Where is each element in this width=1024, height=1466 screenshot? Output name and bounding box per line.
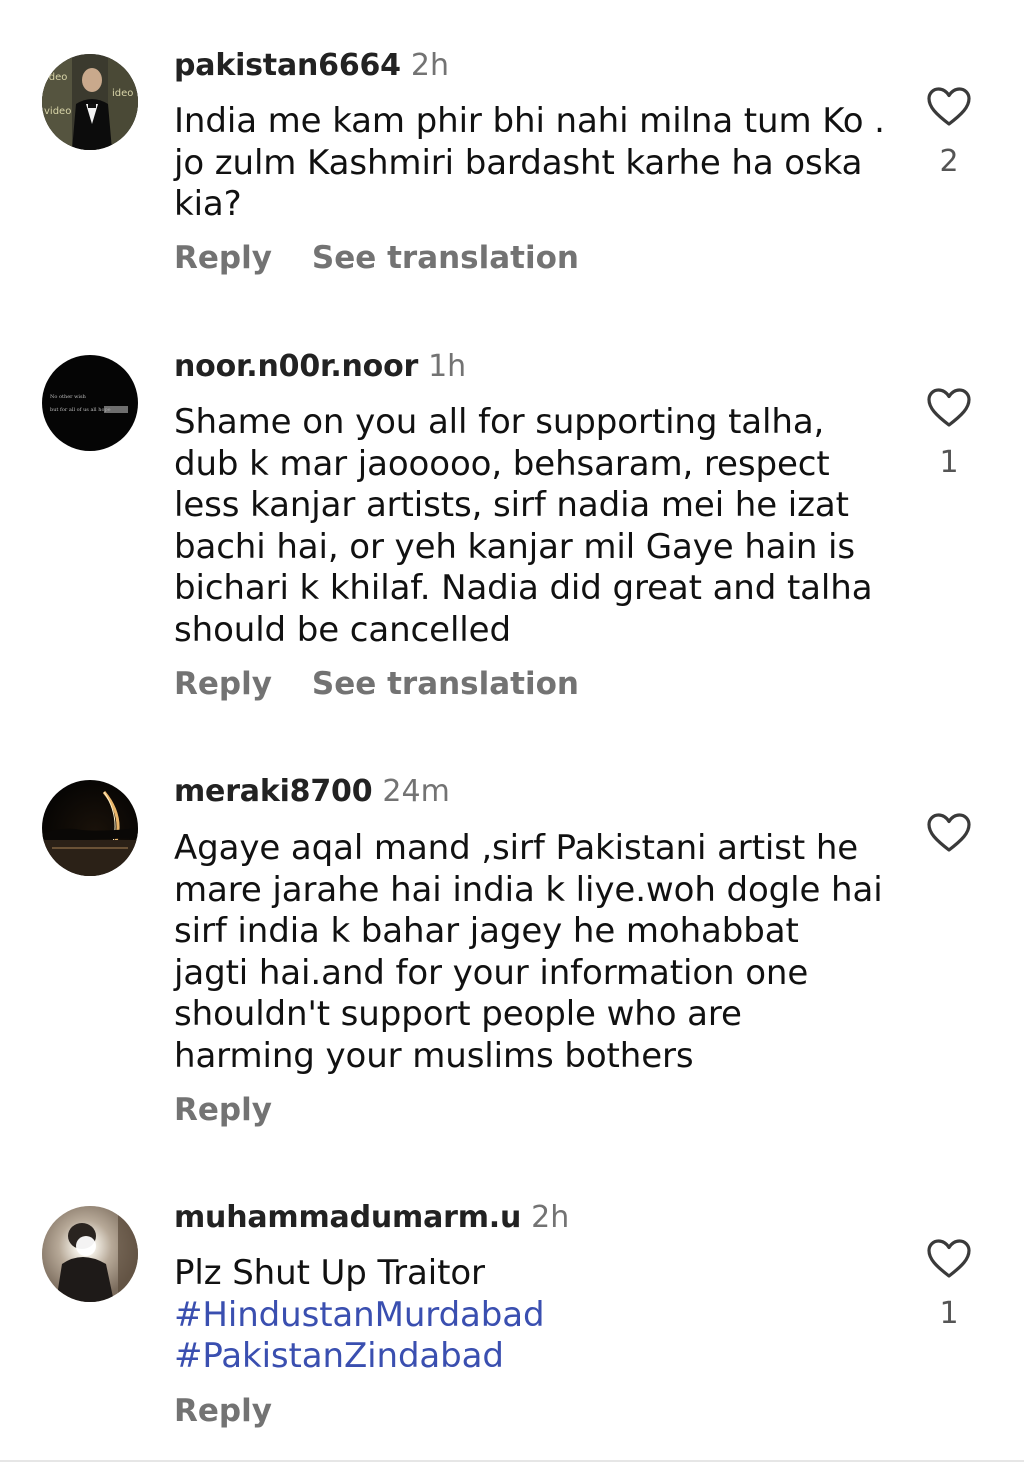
- reply-button[interactable]: Reply: [174, 1092, 272, 1128]
- reply-button[interactable]: Reply: [174, 666, 272, 702]
- heart-outline-icon[interactable]: [926, 1238, 972, 1280]
- comment-line: bichari k khilaf. Nadia did great and ta…: [174, 568, 873, 609]
- comment-header: noor.n00r.noor 1h: [174, 349, 466, 384]
- hashtag-link[interactable]: #HindustanMurdabad: [174, 1295, 894, 1337]
- comment-line: less kanjar artists, sirf nadia mei he i…: [174, 485, 849, 526]
- comment-text: Shame on you all for supporting talha, d…: [174, 402, 894, 652]
- comment-line: bachi hai, or yeh kanjar mil Gaye hain i…: [174, 526, 855, 567]
- username[interactable]: meraki8700: [174, 774, 373, 809]
- hashtag-link[interactable]: #PakistanZindabad: [174, 1336, 894, 1378]
- comment-line: Shame on you all for supporting talha,: [174, 402, 825, 442]
- see-translation-button[interactable]: See translation: [312, 240, 579, 276]
- comment-text: Plz Shut Up Traitor #HindustanMurdabad #…: [174, 1253, 894, 1378]
- svg-text:No other wish: No other wish: [50, 394, 87, 400]
- comment-header: meraki8700 24m: [174, 774, 450, 809]
- timestamp: 2h: [531, 1200, 570, 1235]
- timestamp: 2h: [410, 48, 449, 83]
- avatar[interactable]: [42, 780, 138, 876]
- username[interactable]: muhammadumarm.u: [174, 1200, 521, 1235]
- comment-line: jagti hai.and for your information one: [174, 952, 809, 993]
- see-translation-button[interactable]: See translation: [312, 666, 579, 702]
- comment-line: sirf india k bahar jagey he mohabbat: [174, 911, 799, 952]
- username[interactable]: pakistan6664: [174, 48, 401, 83]
- comment-line: mare jarahe hai india k liye.woh dogle h…: [174, 869, 883, 910]
- comment-actions: Reply: [174, 1393, 312, 1429]
- svg-text:video: video: [44, 106, 71, 117]
- svg-text:ideo: ideo: [46, 72, 67, 83]
- like-count: 2: [939, 144, 959, 179]
- comment-header: pakistan6664 2h: [174, 48, 449, 83]
- avatar[interactable]: ideo ideo video: [42, 54, 138, 150]
- comment-text: Agaye aqal mand ,sirf Pakistani artist h…: [174, 828, 894, 1078]
- username[interactable]: noor.n00r.noor: [174, 349, 418, 384]
- comment-line: should be cancelled: [174, 609, 511, 650]
- comment-line: harming your muslims bothers: [174, 1035, 694, 1076]
- svg-text:but for all of us all hope: but for all of us all hope: [50, 407, 111, 413]
- like-count: 1: [939, 1296, 959, 1331]
- comment-line: dub k mar jaooooo, behsaram, respect: [174, 443, 830, 484]
- avatar[interactable]: [42, 1206, 138, 1302]
- comment-header: muhammadumarm.u 2h: [174, 1200, 569, 1235]
- comment-line: Agaye aqal mand ,sirf Pakistani artist h…: [174, 828, 859, 868]
- comment-line: kia?: [174, 184, 242, 225]
- comment-actions: Reply See translation: [174, 240, 619, 276]
- heart-outline-icon[interactable]: [926, 387, 972, 429]
- timestamp: 1h: [428, 349, 467, 384]
- comment-actions: Reply See translation: [174, 666, 619, 702]
- comment-line: jo zulm Kashmiri bardasht karhe ha oska: [174, 142, 863, 183]
- divider: [0, 1460, 1024, 1462]
- svg-text:ideo: ideo: [112, 88, 133, 99]
- reply-button[interactable]: Reply: [174, 1393, 272, 1429]
- comment-line: India me kam phir bhi nahi milna tum Ko …: [174, 101, 885, 141]
- reply-button[interactable]: Reply: [174, 240, 272, 276]
- comment-line: Plz Shut Up Traitor: [174, 1253, 485, 1293]
- timestamp: 24m: [382, 774, 450, 809]
- heart-outline-icon[interactable]: [926, 812, 972, 854]
- comment-line: shouldn't support people who are: [174, 994, 742, 1035]
- avatar[interactable]: No other wish but for all of us all hope: [42, 355, 138, 451]
- comment-actions: Reply: [174, 1092, 312, 1128]
- comment-text: India me kam phir bhi nahi milna tum Ko …: [174, 101, 894, 226]
- heart-outline-icon[interactable]: [926, 86, 972, 128]
- like-count: 1: [939, 445, 959, 480]
